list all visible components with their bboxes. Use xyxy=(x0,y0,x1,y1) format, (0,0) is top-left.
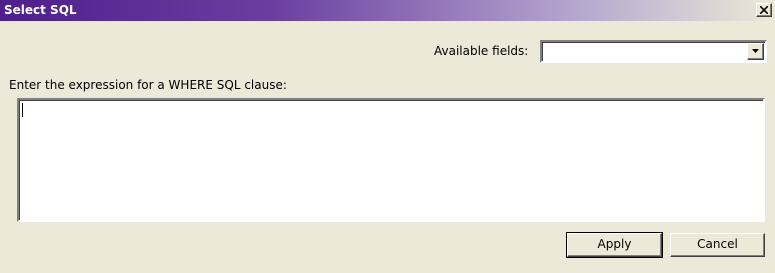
available-fields-dropdown-button[interactable] xyxy=(747,43,764,60)
available-fields-select[interactable] xyxy=(540,40,767,63)
where-clause-label: Enter the expression for a WHERE SQL cla… xyxy=(9,78,287,92)
title-bar[interactable]: Select SQL xyxy=(0,0,775,21)
text-caret xyxy=(22,103,23,117)
close-icon xyxy=(760,6,768,14)
chevron-down-icon xyxy=(752,49,759,53)
where-clause-input[interactable] xyxy=(17,98,765,222)
window-title: Select SQL xyxy=(4,3,77,17)
available-fields-label: Available fields: xyxy=(434,44,529,58)
apply-button[interactable]: Apply xyxy=(566,232,663,258)
cancel-button[interactable]: Cancel xyxy=(670,233,765,257)
close-button[interactable] xyxy=(756,3,772,17)
select-sql-dialog: Select SQL Available fields: Enter the e… xyxy=(0,0,775,273)
